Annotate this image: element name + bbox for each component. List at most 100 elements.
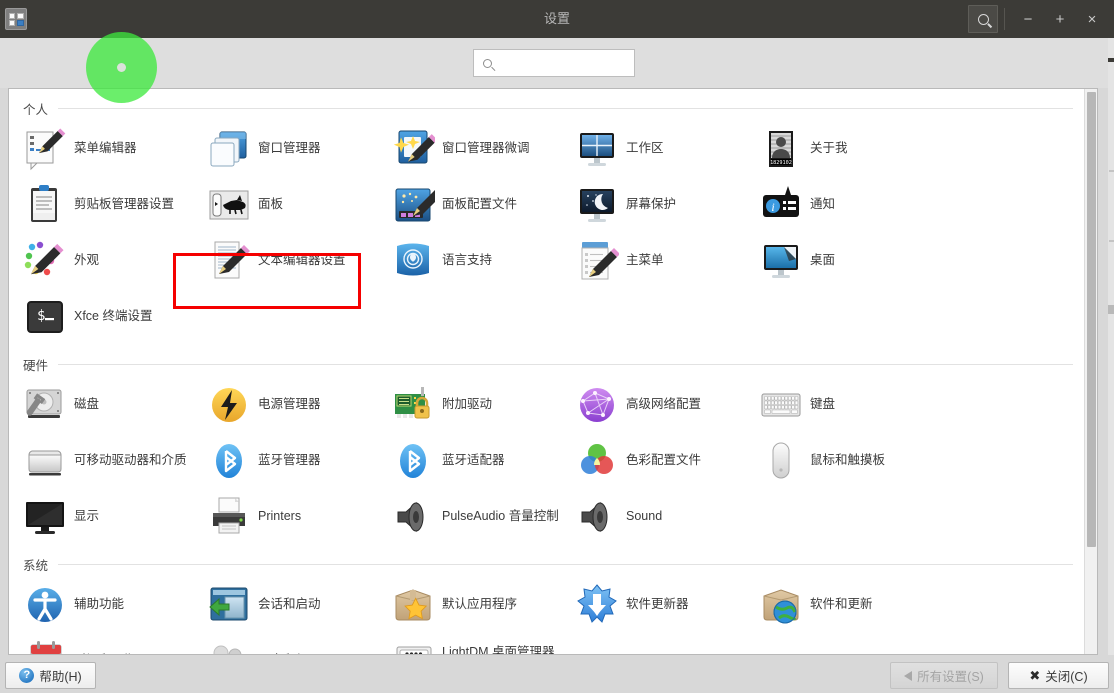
panel-profiles-icon <box>391 183 435 227</box>
appearance-icon <box>23 239 67 283</box>
settings-item[interactable]: 桌面 <box>759 233 943 289</box>
settings-item[interactable]: 磁盘 <box>23 377 207 433</box>
section-header-personal: 个人 <box>9 89 1087 121</box>
settings-item-label: 键盘 <box>810 397 836 412</box>
settings-item[interactable]: 窗口管理器 <box>207 121 391 177</box>
settings-item-label: 剪贴板管理器设置 <box>74 197 175 212</box>
settings-item[interactable]: 剪贴板管理器设置 <box>23 177 207 233</box>
search-row <box>0 38 1114 88</box>
settings-item[interactable]: PulseAudio 音量控制 <box>391 489 575 545</box>
settings-item-label: 会话和启动 <box>258 597 321 612</box>
section-hardware: 硬件 磁盘 电源管理器 附加驱动 高级网络配置 键盘可移动驱动器和介质 蓝牙管理器 蓝牙适配器… <box>9 345 1087 545</box>
pulseaudio-icon <box>391 495 435 539</box>
settings-item[interactable]: 菜单编辑器 <box>23 121 207 177</box>
settings-item-label: 窗口管理器 <box>258 141 321 156</box>
settings-item[interactable]: 语言支持 <box>391 233 575 289</box>
settings-item-label: 屏幕保护 <box>626 197 677 212</box>
close-dialog-button[interactable]: ✖ 关闭(C) <box>1008 662 1109 689</box>
settings-item[interactable]: 显示 <box>23 489 207 545</box>
settings-item-label: 默认应用程序 <box>442 597 518 612</box>
section-system: 系统辅助功能 会话和启动 默认应用程序 软件更新器 软件和更新 8 时间和日期 用户和组 Lig… <box>9 545 1087 654</box>
section-rule <box>58 564 1073 565</box>
settings-item[interactable]: 蓝牙适配器 <box>391 433 575 489</box>
settings-item-label: 附加驱动 <box>442 397 493 412</box>
settings-item[interactable]: i 通知 <box>759 177 943 233</box>
bluetooth-manager-icon <box>207 439 251 483</box>
desktop-icon <box>759 239 803 283</box>
settings-item[interactable]: 蓝牙管理器 <box>207 433 391 489</box>
titlebar-search-icon[interactable] <box>968 5 998 33</box>
settings-item[interactable]: LightDM 桌面管理器 （GTK+ 界面）设置 <box>391 633 575 654</box>
all-settings-label: 所有设置(S) <box>917 670 984 684</box>
settings-item-label: 面板 <box>258 197 284 212</box>
desktop-edge-sliver <box>1108 38 1114 655</box>
settings-item[interactable]: 工作区 <box>575 121 759 177</box>
settings-item[interactable]: Sound <box>575 489 759 545</box>
maximize-button[interactable]: + <box>1044 4 1076 34</box>
software-updater-icon <box>575 583 619 627</box>
settings-item-label: 文本编辑器设置 <box>258 253 346 268</box>
settings-item[interactable]: 用户和组 <box>207 633 391 654</box>
settings-item[interactable]: 外观 <box>23 233 207 289</box>
settings-item[interactable]: 高级网络配置 <box>575 377 759 433</box>
desktop-edge-mark <box>1109 170 1114 172</box>
settings-grid-personal: 菜单编辑器 窗口管理器 窗口管理器微调 工作区 1829102 关于我剪贴板管理器设置 面板… <box>9 121 1087 345</box>
all-settings-button[interactable]: 所有设置(S) <box>890 662 998 689</box>
about-me-icon: 1829102 <box>759 127 803 171</box>
settings-item-label: 蓝牙管理器 <box>258 453 321 468</box>
bluetooth-adapter-icon <box>391 439 435 483</box>
section-header-hardware: 硬件 <box>9 345 1087 377</box>
settings-item-label: 高级网络配置 <box>626 397 702 412</box>
help-icon: ? <box>19 668 35 683</box>
settings-item[interactable]: 8 时间和日期 <box>23 633 207 654</box>
settings-item-label: 语言支持 <box>442 253 493 268</box>
settings-item[interactable]: 附加驱动 <box>391 377 575 433</box>
screensaver-icon <box>575 183 619 227</box>
section-title: 系统 <box>23 559 49 573</box>
close-button[interactable]: × <box>1076 4 1108 34</box>
xfce-terminal-icon: $ <box>23 295 67 339</box>
close-x-icon: ✖ <box>1029 667 1041 683</box>
settings-item[interactable]: 面板配置文件 <box>391 177 575 233</box>
settings-item[interactable]: 可移动驱动器和介质 <box>23 433 207 489</box>
section-rule <box>58 108 1073 109</box>
settings-item-label: 蓝牙适配器 <box>442 453 505 468</box>
text-editor-settings-icon <box>207 239 251 283</box>
settings-item[interactable]: 辅助功能 <box>23 577 207 633</box>
settings-item[interactable]: 软件和更新 <box>759 577 943 633</box>
help-button[interactable]: ? 帮助(H) <box>5 662 96 689</box>
settings-item[interactable]: 色彩配置文件 <box>575 433 759 489</box>
settings-item[interactable]: 键盘 <box>759 377 943 433</box>
settings-content-pane: 个人 菜单编辑器 窗口管理器 窗口管理器微调 工作区 1829102 关于我剪贴板管理器设置… <box>8 88 1098 655</box>
search-input[interactable] <box>492 51 656 75</box>
settings-item[interactable]: 电源管理器 <box>207 377 391 433</box>
search-box[interactable] <box>473 49 656 77</box>
settings-item[interactable]: 1829102 关于我 <box>759 121 943 177</box>
settings-item-label: 显示 <box>74 509 100 524</box>
settings-window-icon <box>5 8 27 30</box>
settings-item[interactable]: 默认应用程序 <box>391 577 575 633</box>
titlebar-separator <box>1004 8 1005 30</box>
settings-item[interactable]: 面板 <box>207 177 391 233</box>
settings-item[interactable]: 会话和启动 <box>207 577 391 633</box>
settings-item-label: 外观 <box>74 253 100 268</box>
settings-item[interactable]: 文本编辑器设置 <box>207 233 391 289</box>
scrollbar-thumb[interactable] <box>1087 92 1096 547</box>
close-button-label: 关闭(C) <box>1045 670 1088 684</box>
settings-item[interactable]: 窗口管理器微调 <box>391 121 575 177</box>
vertical-scrollbar[interactable] <box>1084 89 1097 654</box>
settings-item[interactable]: 屏幕保护 <box>575 177 759 233</box>
clipboard-manager-icon <box>23 183 67 227</box>
sound-icon <box>575 495 619 539</box>
settings-item[interactable]: 软件更新器 <box>575 577 759 633</box>
keyboard-icon <box>759 383 803 427</box>
window-title: 设置 <box>543 11 570 26</box>
minimize-button[interactable]: − <box>1012 4 1044 34</box>
time-date-icon: 8 <box>23 639 67 654</box>
settings-item-label: 时间和日期 <box>74 653 137 654</box>
settings-item[interactable]: Printers <box>207 489 391 545</box>
settings-item-label: 用户和组 <box>258 653 308 654</box>
settings-item[interactable]: 主菜单 <box>575 233 759 289</box>
settings-item[interactable]: $ Xfce 终端设置 <box>23 289 207 345</box>
settings-item[interactable]: 鼠标和触摸板 <box>759 433 943 489</box>
